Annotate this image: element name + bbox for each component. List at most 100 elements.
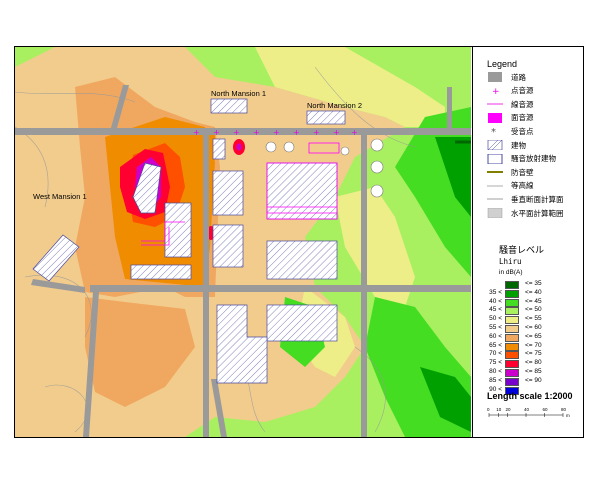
building-north-mansion-2	[306, 110, 346, 125]
noise-level-high: <= 75	[525, 350, 542, 358]
noise-level-low: 35 <	[489, 288, 502, 296]
noise-level-high: <= 55	[525, 315, 542, 323]
noise-level-high: <= 45	[525, 297, 542, 305]
legend-item: 防音壁	[487, 166, 534, 178]
building-se-block	[266, 304, 338, 342]
noise-level-swatch	[505, 281, 519, 289]
legend-item-label: 線音源	[511, 99, 534, 109]
point-source-plus-icon: +	[492, 87, 500, 96]
legend-item: 騒音放射建物	[487, 153, 556, 165]
svg-text:+: +	[253, 128, 260, 137]
svg-text:+: +	[333, 128, 340, 137]
noise-level-high: <= 35	[525, 280, 542, 287]
noise-level-high: <= 60	[525, 324, 542, 331]
noise-level-low: 70 <	[489, 350, 502, 358]
receiver-marker	[370, 160, 384, 174]
svg-text:+: +	[233, 128, 240, 137]
contour-line-icon	[487, 185, 503, 187]
noise-level-low: 45 <	[489, 306, 502, 314]
legend-panel: Legend 道路 + 点音源線音源面音源 * 受音点建物騒音放射建物 防音壁等高線垂直断…	[472, 47, 583, 437]
noise-level-swatch	[505, 298, 519, 307]
road-north-horizontal	[15, 128, 471, 135]
length-scale-bar: 0 10 20 40 60 80m	[487, 407, 570, 418]
horizontal-range-swatch-icon	[487, 208, 503, 218]
vertical-section-line-icon	[487, 198, 503, 201]
noise-level-high: <= 70	[525, 341, 542, 349]
legend-item-label: 点音源	[511, 86, 534, 96]
road-south-horizontal	[90, 285, 471, 292]
legend-title: Legend	[487, 59, 518, 69]
noise-level-swatch	[505, 360, 519, 369]
noise-level-low: 80 <	[489, 368, 502, 375]
building-center-lower	[266, 240, 338, 280]
noise-barrier-line-icon	[487, 171, 503, 174]
noise-level-high: <= 40	[525, 288, 542, 296]
noise-level-swatch	[505, 333, 519, 342]
svg-text:+: +	[213, 128, 220, 137]
noise-level-low: 85 <	[489, 376, 502, 384]
legend-item: 等高線	[487, 180, 534, 192]
noise-level-high: <= 50	[525, 306, 542, 314]
area-source-swatch-icon	[488, 112, 502, 123]
noise-level-swatch	[505, 377, 519, 386]
svg-text:10: 10	[496, 407, 502, 412]
label-north-mansion-1: North Mansion 1	[211, 89, 266, 98]
svg-text:80: 80	[561, 407, 567, 412]
svg-text:+: +	[193, 128, 200, 137]
legend-item: * 受音点	[487, 125, 534, 137]
label-north-mansion-2: North Mansion 2	[307, 101, 362, 110]
legend-item-label: 水平面計算範囲	[511, 208, 564, 218]
svg-text:+: +	[293, 128, 300, 137]
building-center-left	[212, 170, 244, 216]
legend-item: + 点音源	[487, 85, 534, 97]
svg-text:m: m	[566, 413, 570, 418]
legend-item-label: 垂直断面計算面	[511, 194, 564, 204]
noise-level-unit: Lhiru	[499, 257, 522, 266]
radiating-building-icon	[487, 153, 503, 164]
noise-level-low: 60 <	[489, 332, 502, 340]
legend-item-label: 受音点	[511, 126, 534, 136]
noise-level-high: <= 85	[525, 368, 542, 375]
legend-item-label: 面音源	[511, 113, 534, 123]
map-frame: + + + + + + + + + North Mansion 1 North Mansio…	[14, 46, 584, 438]
receiver-marker	[265, 141, 277, 153]
building-hatch-icon	[487, 140, 503, 150]
legend-item: 建物	[487, 139, 526, 151]
building-west-low	[130, 264, 192, 280]
receiver-asterisk-icon: *	[491, 127, 496, 136]
noise-level-swatch	[505, 325, 519, 333]
length-scale-title: Length scale 1:2000	[487, 391, 573, 401]
building-radiating-main	[266, 162, 338, 220]
svg-text:*: *	[491, 127, 496, 136]
building-north-mansion-1	[210, 98, 248, 114]
legend-item-label: 道路	[511, 72, 526, 82]
noise-level-low: 40 <	[489, 297, 502, 305]
svg-text:0: 0	[487, 407, 490, 412]
noise-level-swatch	[505, 369, 519, 377]
receiver-marker	[340, 146, 350, 156]
building-north-left-b	[212, 138, 226, 160]
noise-level-swatch	[505, 316, 519, 325]
legend-item-label: 等高線	[511, 181, 534, 191]
road-east-stub	[447, 87, 452, 132]
svg-text:40: 40	[524, 407, 530, 412]
legend-item-label: 防音壁	[511, 167, 534, 177]
legend-item: 水平面計算範囲	[487, 207, 564, 219]
receiver-marker	[370, 184, 384, 198]
noise-level-high: <= 90	[525, 376, 542, 384]
receiver-marker	[283, 141, 295, 153]
noise-hotspot-oval-inner	[236, 143, 242, 151]
svg-text:+: +	[492, 87, 500, 96]
legend-item: 線音源	[487, 98, 534, 110]
road-swatch-icon	[488, 72, 502, 82]
noise-level-high: <= 65	[525, 332, 542, 340]
noise-level-swatch	[505, 289, 519, 298]
legend-item: 道路	[487, 71, 526, 83]
noise-map: + + + + + + + + + North Mansion 1 North Mansio…	[15, 47, 471, 437]
road-east-vertical	[361, 135, 367, 437]
svg-text:+: +	[273, 128, 280, 137]
road-middle-vertical	[203, 135, 209, 437]
receiver-marker	[370, 138, 384, 152]
line-source-icon	[487, 103, 503, 105]
noise-level-low: 65 <	[489, 341, 502, 349]
